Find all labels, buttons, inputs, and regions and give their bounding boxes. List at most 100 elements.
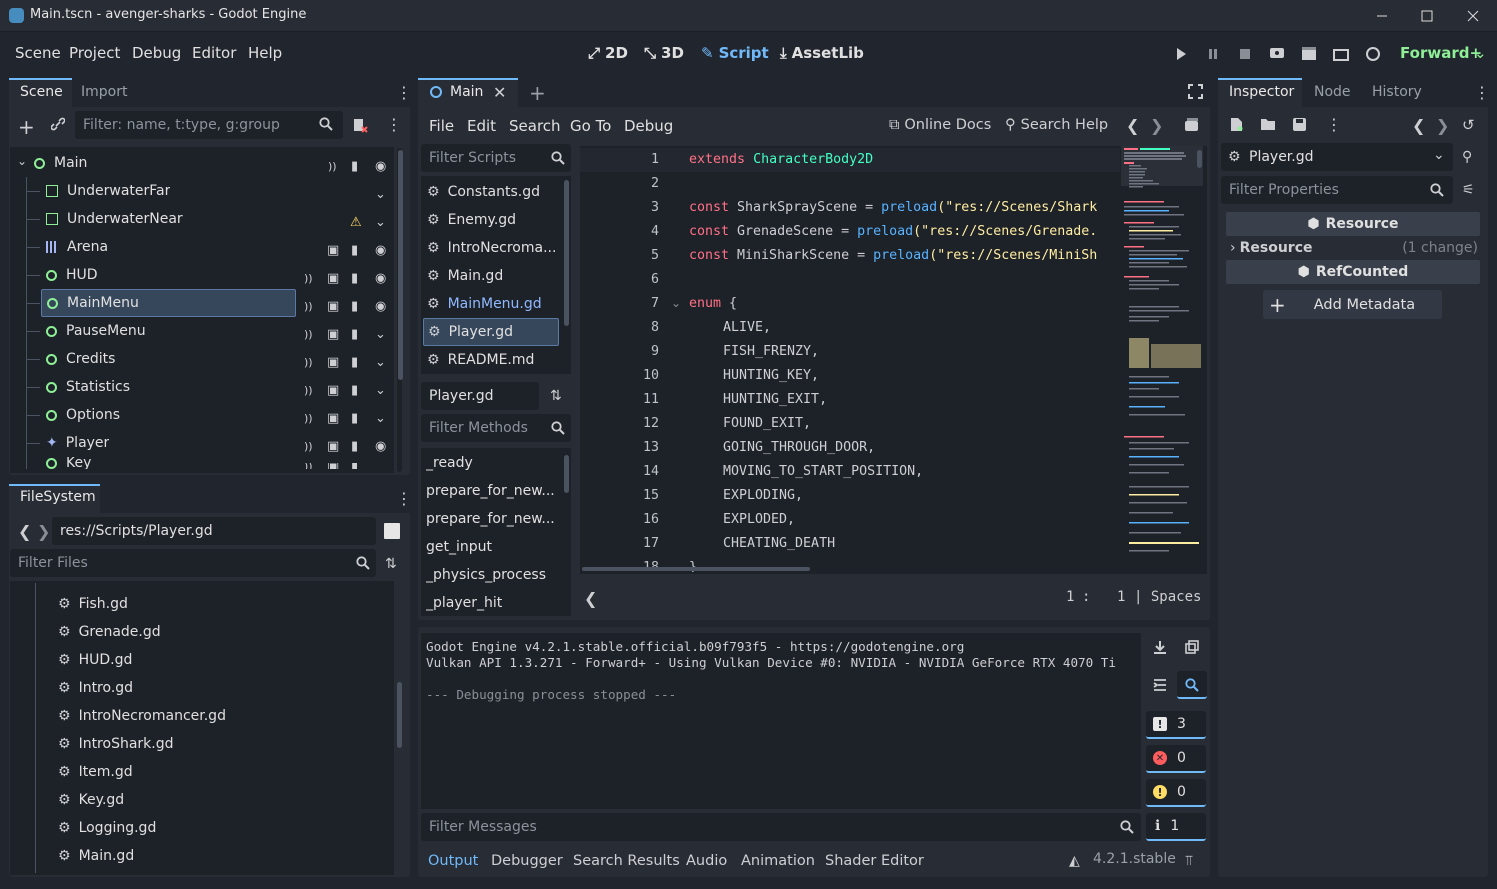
- scene-tree-node[interactable]: Credits: [46, 345, 115, 373]
- script-list-item[interactable]: ⚙ Main.gd: [423, 262, 559, 290]
- group-icon[interactable]: ▣: [327, 323, 339, 345]
- file-item[interactable]: ⚙ Item.gd: [58, 758, 133, 786]
- distraction-free-icon[interactable]: [1188, 84, 1203, 99]
- bottom-tab-search-results[interactable]: Search Results: [573, 853, 680, 869]
- new-resource-icon[interactable]: [1229, 117, 1244, 132]
- code-vscrollbar[interactable]: [1197, 150, 1202, 168]
- inspector-settings-icon[interactable]: ⚟: [1462, 182, 1475, 198]
- expand-chevron-icon[interactable]: ⌄: [17, 154, 27, 168]
- visible-eye-icon[interactable]: ◉: [375, 267, 386, 289]
- scene-filter-input[interactable]: Filter: name, t:type, g:group: [75, 111, 343, 139]
- group-icon[interactable]: ▣: [327, 239, 339, 261]
- script-icon[interactable]: ▮: [351, 155, 358, 177]
- group-icon[interactable]: ▣: [327, 435, 339, 457]
- hidden-eye-icon[interactable]: ⌄: [375, 351, 386, 373]
- script-list-item[interactable]: ⚙ Player.gd: [423, 318, 559, 346]
- script-menu-search[interactable]: Search: [509, 117, 561, 135]
- errors-toggle[interactable]: ✕ 0: [1146, 745, 1206, 773]
- open-folder-icon[interactable]: [1260, 117, 1276, 131]
- back-icon[interactable]: ❮: [18, 522, 31, 541]
- filter-methods-input[interactable]: Filter Methods: [421, 414, 571, 442]
- group-icon[interactable]: ▣: [327, 407, 339, 429]
- extra-options-icon[interactable]: ⋮: [1326, 115, 1342, 134]
- group-icon[interactable]: ▣: [327, 463, 339, 469]
- section-refcounted[interactable]: ⬢ RefCounted: [1226, 260, 1480, 284]
- scene-tree-node[interactable]: Key: [46, 457, 91, 469]
- script-icon[interactable]: ▮: [351, 435, 358, 457]
- signal-icon[interactable]: )): [328, 155, 337, 177]
- online-docs-button[interactable]: ⧉ Online Docs: [889, 117, 991, 133]
- file-item[interactable]: ⚙ IntroNecromancer.gd: [58, 702, 226, 730]
- scene-tree-node[interactable]: Options: [46, 401, 120, 429]
- fold-chevron-icon[interactable]: ⌄: [671, 296, 681, 310]
- script-icon[interactable]: ▮: [351, 407, 358, 429]
- script-icon[interactable]: ▮: [351, 295, 358, 317]
- copy-icon[interactable]: [1185, 640, 1199, 654]
- visible-eye-icon[interactable]: ◉: [375, 295, 386, 317]
- signal-icon[interactable]: )): [304, 323, 313, 345]
- new-scene-tab-icon[interactable]: +: [529, 81, 546, 105]
- script-list-item[interactable]: ⚙ README.md: [423, 346, 559, 374]
- group-icon[interactable]: ▣: [327, 351, 339, 373]
- script-menu-debug[interactable]: Debug: [624, 117, 673, 135]
- prev-script-icon[interactable]: ❮: [1126, 116, 1139, 135]
- file-item[interactable]: ⚙ IntroShark.gd: [58, 730, 174, 758]
- method-list-scrollbar[interactable]: [564, 455, 569, 493]
- file-item[interactable]: ⚙ Logging.gd: [58, 814, 156, 842]
- hidden-eye-icon[interactable]: ⌄: [375, 379, 386, 401]
- toggle-scripts-panel-icon[interactable]: ❮: [584, 589, 597, 608]
- attach-script-icon[interactable]: [352, 117, 368, 133]
- script-icon[interactable]: ▮: [351, 323, 358, 345]
- add-metadata-button[interactable]: + Add Metadata: [1263, 290, 1442, 319]
- menu-help[interactable]: Help: [248, 44, 282, 62]
- scene-tree-node[interactable]: Statistics: [46, 373, 130, 401]
- sort-icon[interactable]: ⇅: [385, 556, 397, 572]
- file-item[interactable]: ⚙ Intro.gd: [58, 674, 133, 702]
- close-button[interactable]: [1450, 0, 1496, 32]
- tab-history[interactable]: History: [1372, 84, 1422, 100]
- filter-files-input[interactable]: Filter Files: [10, 549, 376, 577]
- dock-menu-icon[interactable]: ⋮: [396, 83, 412, 102]
- section-resource[interactable]: ⬢ Resource: [1226, 212, 1480, 236]
- play-icon[interactable]: [1171, 45, 1191, 63]
- scene-tree-scrollbar[interactable]: [398, 150, 403, 380]
- float-window-icon[interactable]: [1184, 117, 1199, 132]
- file-item[interactable]: ⚙ HUD.gd: [58, 646, 132, 674]
- version-label[interactable]: 4.2.1.stable: [1093, 851, 1176, 867]
- group-icon[interactable]: ▣: [327, 267, 339, 289]
- hidden-eye-icon[interactable]: ⌄: [375, 323, 386, 345]
- group-icon[interactable]: ▣: [327, 295, 339, 317]
- pause-icon[interactable]: [1203, 45, 1223, 63]
- movie-maker-icon[interactable]: [1363, 45, 1383, 63]
- script-menu-edit[interactable]: Edit: [467, 117, 496, 135]
- bottom-tab-audio[interactable]: Audio: [686, 853, 727, 869]
- tab-filesystem[interactable]: FileSystem: [20, 489, 96, 505]
- main-screen-3d-button[interactable]: ⤡ 3D: [644, 44, 684, 62]
- info-toggle[interactable]: ℹ1: [1146, 813, 1206, 841]
- signal-icon[interactable]: )): [304, 351, 313, 373]
- script-menu-file[interactable]: File: [429, 117, 454, 135]
- remote-debug-icon[interactable]: [1267, 45, 1287, 63]
- maximize-button[interactable]: [1404, 0, 1450, 32]
- signal-icon[interactable]: )): [304, 407, 313, 429]
- search-help-button[interactable]: ⚲ Search Help: [1005, 117, 1108, 133]
- method-list-item[interactable]: _physics_process: [426, 561, 558, 589]
- file-list-scrollbar[interactable]: [397, 682, 402, 748]
- menu-project[interactable]: Project: [69, 44, 120, 62]
- file-item[interactable]: ⚙ Main.gd: [58, 842, 134, 870]
- renderer-select[interactable]: Forward+: [1400, 44, 1482, 62]
- tab-import[interactable]: Import: [81, 84, 127, 100]
- method-list-item[interactable]: get_input: [426, 533, 558, 561]
- history-forward-icon[interactable]: ❯: [1436, 116, 1449, 135]
- visible-eye-icon[interactable]: ◉: [375, 239, 386, 261]
- stop-icon[interactable]: [1235, 45, 1255, 63]
- indent-mode[interactable]: | Spaces: [1134, 589, 1201, 605]
- bottom-tab-output[interactable]: Output: [428, 853, 478, 869]
- scene-tree-node[interactable]: UnderwaterNear: [46, 205, 183, 233]
- object-history-icon[interactable]: ↺: [1462, 116, 1475, 134]
- sort-methods-icon[interactable]: ⇅: [550, 388, 562, 404]
- play-custom-scene-icon[interactable]: [1331, 45, 1351, 63]
- menu-debug[interactable]: Debug: [132, 44, 181, 62]
- signal-icon[interactable]: )): [304, 435, 313, 457]
- minimize-button[interactable]: [1359, 0, 1405, 32]
